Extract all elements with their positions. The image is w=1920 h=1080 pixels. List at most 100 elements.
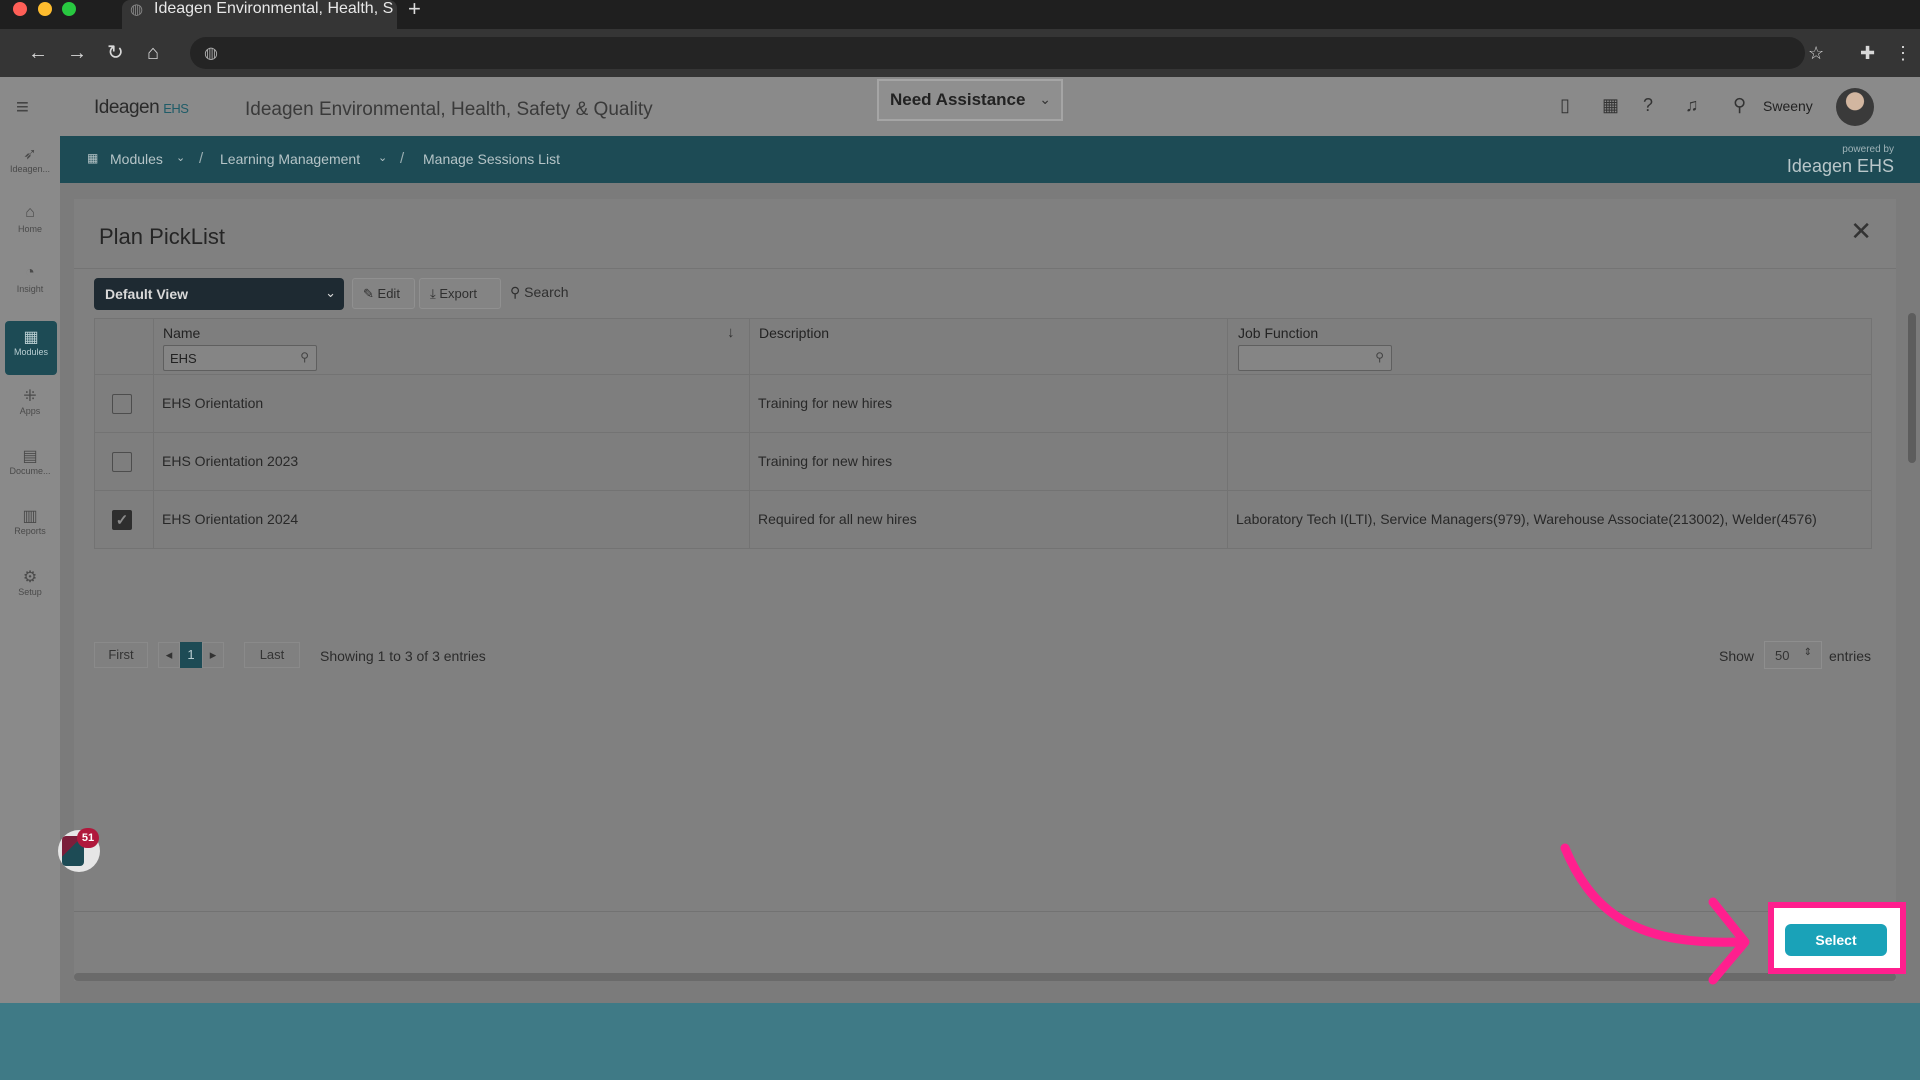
app-header: ≡ Ideagen EHS Ideagen Environmental, Heal… xyxy=(0,77,1920,136)
close-window-button[interactable] xyxy=(13,2,27,16)
sidebar-item-insight[interactable]: ◔ Insight xyxy=(0,264,60,294)
site-info-icon[interactable]: ◍ xyxy=(204,43,218,63)
chevron-down-icon: ⌄ xyxy=(1039,91,1051,107)
row-checkbox[interactable] xyxy=(112,452,132,472)
powered-by-brand: Ideagen EHS xyxy=(1786,156,1894,176)
search-icon: ⚲ xyxy=(300,350,309,364)
sidebar-item-label: Ideagen... xyxy=(9,164,51,174)
pager-page-button[interactable]: 1 xyxy=(180,642,202,668)
name-filter-input[interactable]: EHS ⚲ xyxy=(163,345,317,371)
minimize-window-button[interactable] xyxy=(38,2,52,16)
calendar-icon[interactable]: ▦ xyxy=(1602,95,1619,116)
sidebar-item-setup[interactable]: ⚙ Setup xyxy=(0,567,60,597)
pager-last-button[interactable]: Last xyxy=(244,642,300,668)
chevron-down-icon[interactable]: ⌄ xyxy=(378,151,387,164)
home-icon[interactable]: ⌂ xyxy=(147,41,159,65)
sidebar-item-documents[interactable]: ▤ Docume... xyxy=(0,446,60,476)
sort-arrow-icon[interactable]: ↓ xyxy=(727,324,735,341)
edit-label: Edit xyxy=(377,286,400,301)
pager-next-button[interactable]: ▸ xyxy=(202,642,224,668)
breadcrumb-modules[interactable]: Modules xyxy=(110,151,163,167)
vertical-scrollbar[interactable] xyxy=(1908,313,1916,463)
job-function-column-header[interactable]: Job Function ⚲ xyxy=(1228,319,1873,376)
modules-grid-icon: ▦ xyxy=(87,151,99,165)
description-cell: Required for all new hires xyxy=(750,491,1228,548)
apps-icon: ⁜ xyxy=(23,388,37,405)
bell-icon[interactable]: ♫ xyxy=(1685,95,1699,116)
sidebar-item-modules[interactable]: ▦ Modules xyxy=(5,321,57,375)
ideagen-logo[interactable]: Ideagen EHS xyxy=(94,97,189,119)
table-row[interactable]: EHS Orientation 2023 Training for new hi… xyxy=(94,433,1872,491)
modal-header: Plan PickList ✕ xyxy=(74,199,1896,269)
sidebar-item-label: Docume... xyxy=(9,466,51,476)
row-checkbox-cell xyxy=(95,375,154,432)
new-tab-button[interactable]: + xyxy=(408,0,421,20)
globe-icon: ◍ xyxy=(130,1,144,18)
spinner-icon: ⇕ xyxy=(1803,647,1812,658)
logo-suffix: EHS xyxy=(163,101,189,116)
breadcrumb-learning-management[interactable]: Learning Management xyxy=(220,151,360,167)
help-icon[interactable]: ? xyxy=(1643,95,1653,116)
edit-button[interactable]: ✎ Edit xyxy=(352,278,415,309)
name-cell: EHS Orientation 2023 xyxy=(154,433,750,490)
user-name[interactable]: Sweeny xyxy=(1763,98,1813,114)
description-cell: Training for new hires xyxy=(750,375,1228,432)
search-button[interactable]: ⚲ Search xyxy=(510,284,569,301)
description-cell: Training for new hires xyxy=(750,433,1228,490)
page-size-value: 50 xyxy=(1775,648,1790,663)
document-icon: ▤ xyxy=(22,448,38,465)
sidebar-item-home[interactable]: ⌂ Home xyxy=(0,204,60,234)
reload-icon[interactable]: ↻ xyxy=(107,41,124,65)
job-function-filter-input[interactable]: ⚲ xyxy=(1238,345,1392,371)
home-icon: ⌂ xyxy=(25,204,35,221)
table-row[interactable]: EHS Orientation Training for new hires xyxy=(94,375,1872,433)
description-column-header[interactable]: Description xyxy=(750,319,1228,376)
entries-label: entries xyxy=(1829,648,1872,664)
name-column-header[interactable]: Name EHS ⚲ ↓ xyxy=(154,319,750,376)
location-pin-icon[interactable]: ⚲ xyxy=(1733,95,1746,116)
select-column-header xyxy=(95,319,154,376)
logo-text: Ideagen xyxy=(94,97,160,118)
hamburger-menu-icon[interactable]: ≡ xyxy=(16,96,29,118)
name-value: EHS Orientation 2024 xyxy=(162,511,299,527)
select-button[interactable]: Select xyxy=(1785,924,1887,956)
row-checkbox-cell: ✓ xyxy=(95,491,154,548)
view-selector[interactable]: Default View ⌄ xyxy=(94,278,344,310)
browser-toolbar: ← → ↻ ⌂ ◍ ☆ ✚ ⋮ xyxy=(0,29,1920,77)
breadcrumb-separator: / xyxy=(400,150,405,167)
setup-icon: ⚙ xyxy=(22,569,38,586)
browser-menu-icon[interactable]: ⋮ xyxy=(1894,41,1912,65)
sidebar-item-reports[interactable]: ▥ Reports xyxy=(0,506,60,536)
avatar[interactable] xyxy=(1836,88,1874,126)
sidebar-item-ideagen[interactable]: ➶ Ideagen... xyxy=(0,144,60,174)
entries-summary: Showing 1 to 3 of 3 entries xyxy=(320,648,486,664)
name-filter-value: EHS xyxy=(170,351,197,366)
description-value: Training for new hires xyxy=(758,395,893,411)
back-icon[interactable]: ← xyxy=(28,41,48,65)
breadcrumb-current: Manage Sessions List xyxy=(423,151,560,167)
bookmark-star-icon[interactable]: ☆ xyxy=(1808,41,1824,65)
export-button[interactable]: ⤓ Export xyxy=(419,278,501,309)
breadcrumb-separator: / xyxy=(199,150,204,167)
name-cell: EHS Orientation 2024 xyxy=(154,491,750,548)
need-assistance-dropdown[interactable]: Need Assistance ⌄ xyxy=(877,79,1063,121)
row-checkbox-checked[interactable]: ✓ xyxy=(112,510,132,530)
sidebar-item-label: Apps xyxy=(19,406,41,416)
insight-icon: ◔ xyxy=(25,264,35,281)
maximize-window-button[interactable] xyxy=(62,2,76,16)
pager-first-button[interactable]: First xyxy=(94,642,148,668)
close-icon[interactable]: ✕ xyxy=(1850,218,1872,244)
page-size-select[interactable]: 50 ⇕ xyxy=(1764,641,1822,669)
forward-icon[interactable]: → xyxy=(67,41,87,65)
row-checkbox[interactable] xyxy=(112,394,132,414)
browser-tab[interactable]: ◍ Ideagen Environmental, Health, S xyxy=(122,0,397,29)
table-row[interactable]: ✓ EHS Orientation 2024 Required for all … xyxy=(94,491,1872,549)
sidebar-item-apps[interactable]: ⁜ Apps xyxy=(0,386,60,416)
extensions-icon[interactable]: ✚ xyxy=(1860,41,1875,65)
table-header-row: Name EHS ⚲ ↓ Description Job Function ⚲ xyxy=(94,318,1873,376)
chevron-down-icon[interactable]: ⌄ xyxy=(176,151,185,164)
name-cell: EHS Orientation xyxy=(154,375,750,432)
pager-prev-button[interactable]: ◂ xyxy=(158,642,180,668)
address-bar[interactable]: ◍ xyxy=(190,37,1805,69)
mobile-icon[interactable]: ▯ xyxy=(1560,95,1570,116)
